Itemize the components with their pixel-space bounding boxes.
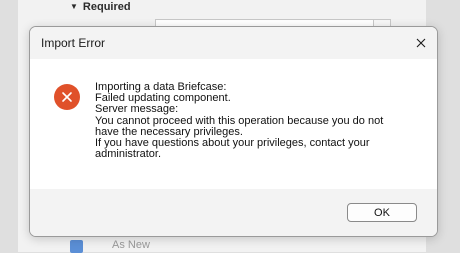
section-header-label: Required bbox=[82, 1, 131, 13]
message-line: administrator. bbox=[95, 148, 162, 161]
message-line: Server message: bbox=[95, 103, 179, 116]
error-x-icon bbox=[54, 84, 80, 110]
dialog-body: Importing a data Briefcase: Failed updat… bbox=[30, 59, 437, 189]
section-header[interactable]: ▼ Required bbox=[70, 0, 131, 14]
collapse-triangle-icon: ▼ bbox=[70, 2, 78, 11]
dialog-title: Import Error bbox=[41, 36, 106, 50]
close-button[interactable] bbox=[413, 35, 429, 51]
close-icon bbox=[416, 38, 426, 48]
as-new-checkbox[interactable] bbox=[70, 240, 83, 253]
import-error-dialog: Import Error Importing a data Briefcase:… bbox=[29, 26, 438, 237]
as-new-label: As New bbox=[112, 239, 150, 251]
dialog-titlebar[interactable]: Import Error bbox=[30, 27, 437, 59]
ok-button[interactable]: OK bbox=[347, 203, 417, 222]
error-message: Importing a data Briefcase: Failed updat… bbox=[95, 81, 425, 161]
